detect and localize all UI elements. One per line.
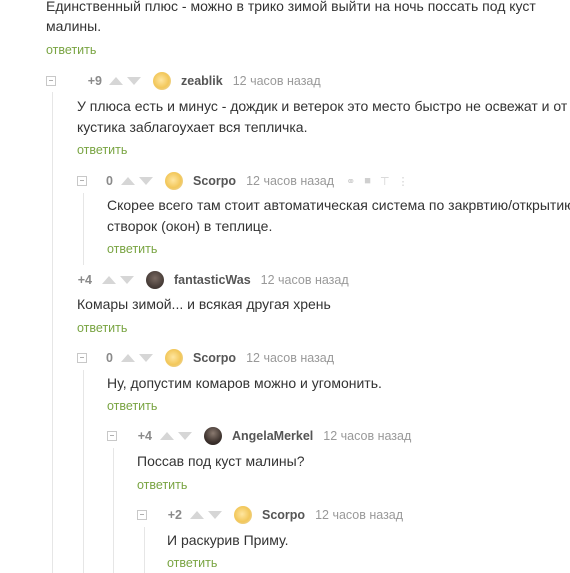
thread-line (52, 92, 53, 573)
comment-text-line: Скорее всего там стоит автоматическая си… (107, 197, 570, 213)
comment-author[interactable]: Scorpo (193, 174, 236, 188)
comment-time[interactable]: 12 часов назад (315, 508, 403, 522)
comment-text-line: Ну, допустим комаров можно и угомонить. (107, 375, 382, 391)
comment-header: 0 Scorpo 12 часов назад ⚭ ■ ⊤ ⋮ (77, 172, 409, 190)
downvote-arrow-icon[interactable] (208, 511, 222, 519)
comment-rating: +9 (87, 74, 102, 88)
thread-line (144, 527, 145, 573)
avatar[interactable] (153, 72, 171, 90)
thread-line (83, 193, 84, 265)
upvote-arrow-icon[interactable] (160, 432, 174, 440)
avatar[interactable] (234, 506, 252, 524)
upvote-arrow-icon[interactable] (121, 354, 135, 362)
comment-text-line: И раскурив Приму. (167, 532, 289, 548)
comment-author[interactable]: Scorpo (193, 351, 236, 365)
comment-time[interactable]: 12 часов назад (246, 174, 334, 188)
comment-header: 0 Scorpo 12 часов назад (77, 349, 334, 367)
thread-line (113, 448, 114, 573)
comment-time[interactable]: 12 часов назад (246, 351, 334, 365)
comment-rating: +4 (77, 273, 92, 287)
upvote-arrow-icon[interactable] (121, 177, 135, 185)
comment-header: +4 AngelaMerkel 12 часов назад (107, 427, 411, 445)
comment-rating: 0 (106, 174, 113, 188)
comment-author[interactable]: AngelaMerkel (232, 429, 313, 443)
reply-link[interactable]: ответить (107, 399, 157, 413)
downvote-arrow-icon[interactable] (120, 276, 134, 284)
comment-header: +9 zeablik 12 часов назад (46, 72, 321, 90)
comment-header: +2 Scorpo 12 часов назад (137, 506, 403, 524)
comment-author[interactable]: zeablik (181, 74, 223, 88)
avatar[interactable] (146, 271, 164, 289)
downvote-arrow-icon[interactable] (139, 177, 153, 185)
pin-icon[interactable]: ⊤ (380, 175, 390, 188)
comment-author[interactable]: Scorpo (262, 508, 305, 522)
avatar[interactable] (204, 427, 222, 445)
downvote-arrow-icon[interactable] (127, 77, 141, 85)
comment-text-line: Единственный плюс - можно в трико зимой … (46, 0, 536, 14)
reply-link[interactable]: ответить (167, 556, 217, 570)
reply-link[interactable]: ответить (107, 242, 157, 256)
reply-link[interactable]: ответить (77, 321, 127, 335)
reply-link[interactable]: ответить (137, 478, 187, 492)
downvote-arrow-icon[interactable] (139, 354, 153, 362)
comment-text-line: Поссав под куст малины? (137, 453, 305, 469)
reply-link[interactable]: ответить (77, 143, 127, 157)
comment-text-line: У плюса есть и минус - дождик и ветерок … (77, 98, 568, 114)
upvote-arrow-icon[interactable] (102, 276, 116, 284)
reply-link[interactable]: ответить (46, 43, 96, 57)
collapse-toggle[interactable] (107, 431, 117, 441)
upvote-arrow-icon[interactable] (190, 511, 204, 519)
thread-line (83, 370, 84, 573)
downvote-arrow-icon[interactable] (178, 432, 192, 440)
link-icon[interactable]: ⚭ (346, 175, 355, 188)
upvote-arrow-icon[interactable] (109, 77, 123, 85)
avatar[interactable] (165, 349, 183, 367)
comment-text-line: Комары зимой... и всякая другая хрень (77, 296, 331, 312)
comment-time[interactable]: 12 часов назад (233, 74, 321, 88)
comment-text-line: створок (окон) в теплице. (107, 218, 273, 234)
more-icon[interactable]: ⋮ (398, 175, 409, 188)
comment-header: +4 fantasticWas 12 часов назад (77, 271, 349, 289)
comment-rating: +2 (167, 508, 182, 522)
collapse-toggle[interactable] (46, 76, 56, 86)
comment-rating: +4 (137, 429, 152, 443)
comment-text-line: малины. (46, 18, 102, 34)
comment-text-line: кустика заблагоухает вся тепличка. (77, 119, 308, 135)
collapse-toggle[interactable] (137, 510, 147, 520)
comment-author[interactable]: fantasticWas (174, 273, 251, 287)
comment-rating: 0 (106, 351, 113, 365)
collapse-toggle[interactable] (77, 353, 87, 363)
save-icon[interactable]: ■ (364, 175, 371, 187)
comment-time[interactable]: 12 часов назад (261, 273, 349, 287)
comment-time[interactable]: 12 часов назад (323, 429, 411, 443)
avatar[interactable] (165, 172, 183, 190)
collapse-toggle[interactable] (77, 176, 87, 186)
